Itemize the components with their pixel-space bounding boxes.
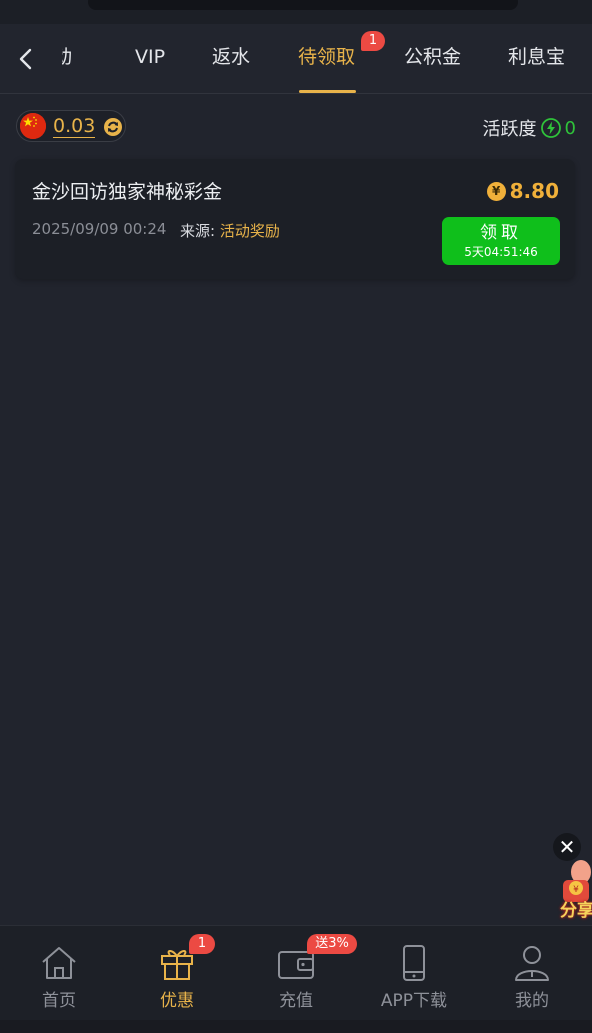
nav-promotions[interactable]: 优惠 [122,944,232,1011]
nav-profile-label: 我的 [515,991,549,1011]
tab-interest[interactable]: 利息宝 [508,45,565,69]
yuan-coin-icon: ¥ [486,181,506,201]
bottom-nav: 首页 优惠 1 充值 送3% APP下载 我的 [0,925,592,1033]
activity-value: 0 [564,117,576,139]
nav-promotions-label: 优惠 [160,991,194,1011]
claim-label: 领取 [480,223,522,243]
tab-pending[interactable]: 待领取 [298,45,355,69]
tab-rebate[interactable]: 返水 [212,45,250,69]
source-label: 来源: [180,222,216,240]
claim-countdown: 5天04:51:46 [464,245,538,259]
home-icon [42,947,76,979]
nav-deposit-badge: 送3% [307,934,357,954]
tab-vip[interactable]: VIP [135,45,165,69]
nav-deposit[interactable]: 充值 [241,944,351,1011]
close-float-button[interactable]: ✕ [553,833,581,861]
reward-card: 金沙回访独家神秘彩金 ¥ 8.80 2025/09/09 00:24 来源: 活… [15,159,575,279]
tab-pending-badge: 1 [361,31,385,51]
nav-deposit-label: 充值 [279,991,313,1011]
reward-title: 金沙回访独家神秘彩金 [32,181,223,203]
back-arrow-icon[interactable] [10,44,40,74]
china-flag-icon [20,113,46,139]
claim-button[interactable]: 领取 5天04:51:46 [442,217,560,265]
reward-amount-value: 8.80 [509,179,559,203]
tab-provident-fund[interactable]: 公积金 [404,45,461,69]
nav-app-download[interactable]: APP下载 [359,944,469,1011]
lightning-icon [540,118,561,138]
nav-promotions-badge: 1 [189,934,215,954]
refresh-icon[interactable] [103,117,123,137]
reward-timestamp: 2025/09/09 00:24 [32,220,167,238]
balance-pill[interactable]: 0.03 [16,110,126,142]
active-tab-indicator [299,90,356,93]
top-pill [88,0,518,10]
reward-source: 来源: 活动奖励 [180,220,280,241]
nav-home-label: 首页 [42,991,76,1011]
status-strip [0,0,592,24]
phone-icon [403,945,425,981]
activity-label: 活跃度 [482,119,537,140]
tab-bar: 活动 VIP 返水 待领取 公积金 利息宝 1 [0,24,592,94]
svg-text:¥: ¥ [573,885,579,895]
nav-home[interactable]: 首页 [4,944,114,1011]
source-value: 活动奖励 [219,222,280,240]
activity-indicator: 活跃度 0 [483,115,576,141]
home-indicator-area [0,1020,592,1033]
balance-value: 0.03 [53,115,96,138]
reward-amount: ¥ 8.80 [486,179,559,203]
user-icon [515,946,549,981]
nav-profile[interactable]: 我的 [477,944,587,1011]
share-label: 分享 [560,901,592,921]
nav-app-download-label: APP下载 [380,991,448,1011]
